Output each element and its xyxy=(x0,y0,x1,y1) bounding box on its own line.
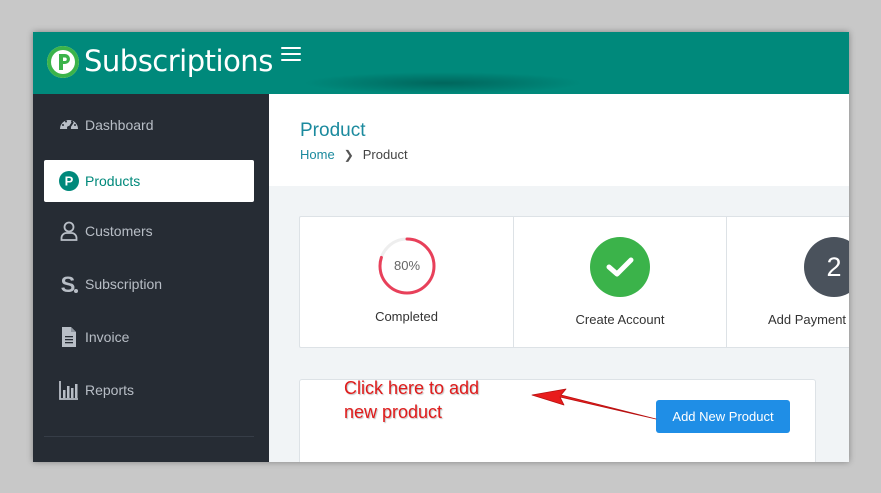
sidebar-item-label: Dashboard xyxy=(85,117,154,133)
sidebar-divider xyxy=(44,436,254,437)
check-icon xyxy=(590,237,650,297)
brand-name: Subscriptions xyxy=(84,44,273,78)
page-header: Product Home ❯ Product xyxy=(269,94,849,186)
logo-icon xyxy=(47,46,79,78)
progress-percent: 80% xyxy=(393,258,421,273)
topbar-shadow xyxy=(303,72,583,94)
sidebar-item-products[interactable]: P Products xyxy=(44,160,254,202)
sidebar-item-subscription[interactable]: S Subscription xyxy=(44,263,254,305)
annotation-line: new product xyxy=(344,402,443,422)
sidebar-item-label: Customers xyxy=(85,223,153,239)
step-label: Add Payment xyxy=(768,312,847,327)
sidebar-item-label: Reports xyxy=(85,382,135,398)
sidebar-item-invoice[interactable]: Invoice xyxy=(44,316,254,358)
step-create-account: Create Account xyxy=(514,217,727,347)
sidebar-item-reports[interactable]: Reports xyxy=(44,369,254,411)
add-new-product-button[interactable]: Add New Product xyxy=(656,400,790,433)
annotation-arrow-icon xyxy=(531,388,657,420)
sidebar-item-customers[interactable]: Customers xyxy=(44,210,254,252)
step-add-payment: 2 Add Payment xyxy=(727,217,849,347)
breadcrumb-current: Product xyxy=(362,147,408,162)
sidebar-item-dashboard[interactable]: Dashboard xyxy=(44,104,254,146)
breadcrumb: Home ❯ Product xyxy=(300,147,408,162)
document-icon xyxy=(58,326,80,348)
user-icon xyxy=(58,220,80,242)
breadcrumb-home-link[interactable]: Home xyxy=(300,147,335,162)
sidebar-item-label: Products xyxy=(85,173,141,189)
svg-text:P: P xyxy=(65,174,74,189)
annotation-line: Click here to add xyxy=(344,378,480,398)
top-bar: Subscriptions xyxy=(33,32,849,94)
sidebar-item-label: Invoice xyxy=(85,329,130,345)
annotation-callout: Click here to add new product xyxy=(344,376,479,424)
step-number-badge: 2 xyxy=(804,237,849,297)
chevron-right-icon: ❯ xyxy=(343,147,354,162)
menu-toggle-icon[interactable] xyxy=(281,47,301,63)
bar-chart-icon xyxy=(58,379,80,401)
sidebar: Dashboard P Products Customers S Subscri… xyxy=(33,94,269,462)
progress-steps-card: 80% Completed Create Account 2 Add Payme… xyxy=(299,216,849,348)
step-label: Create Account xyxy=(575,312,665,327)
page-title: Product xyxy=(300,120,366,141)
progress-ring: 80% xyxy=(377,236,437,296)
subscription-s-icon: S xyxy=(58,273,80,295)
step-completed: 80% Completed xyxy=(300,217,514,347)
sidebar-item-label: Subscription xyxy=(85,276,163,292)
dashboard-gauge-icon xyxy=(58,114,80,136)
products-p-icon: P xyxy=(58,170,80,192)
svg-text:S: S xyxy=(61,273,76,295)
step-label: Completed xyxy=(375,309,438,324)
